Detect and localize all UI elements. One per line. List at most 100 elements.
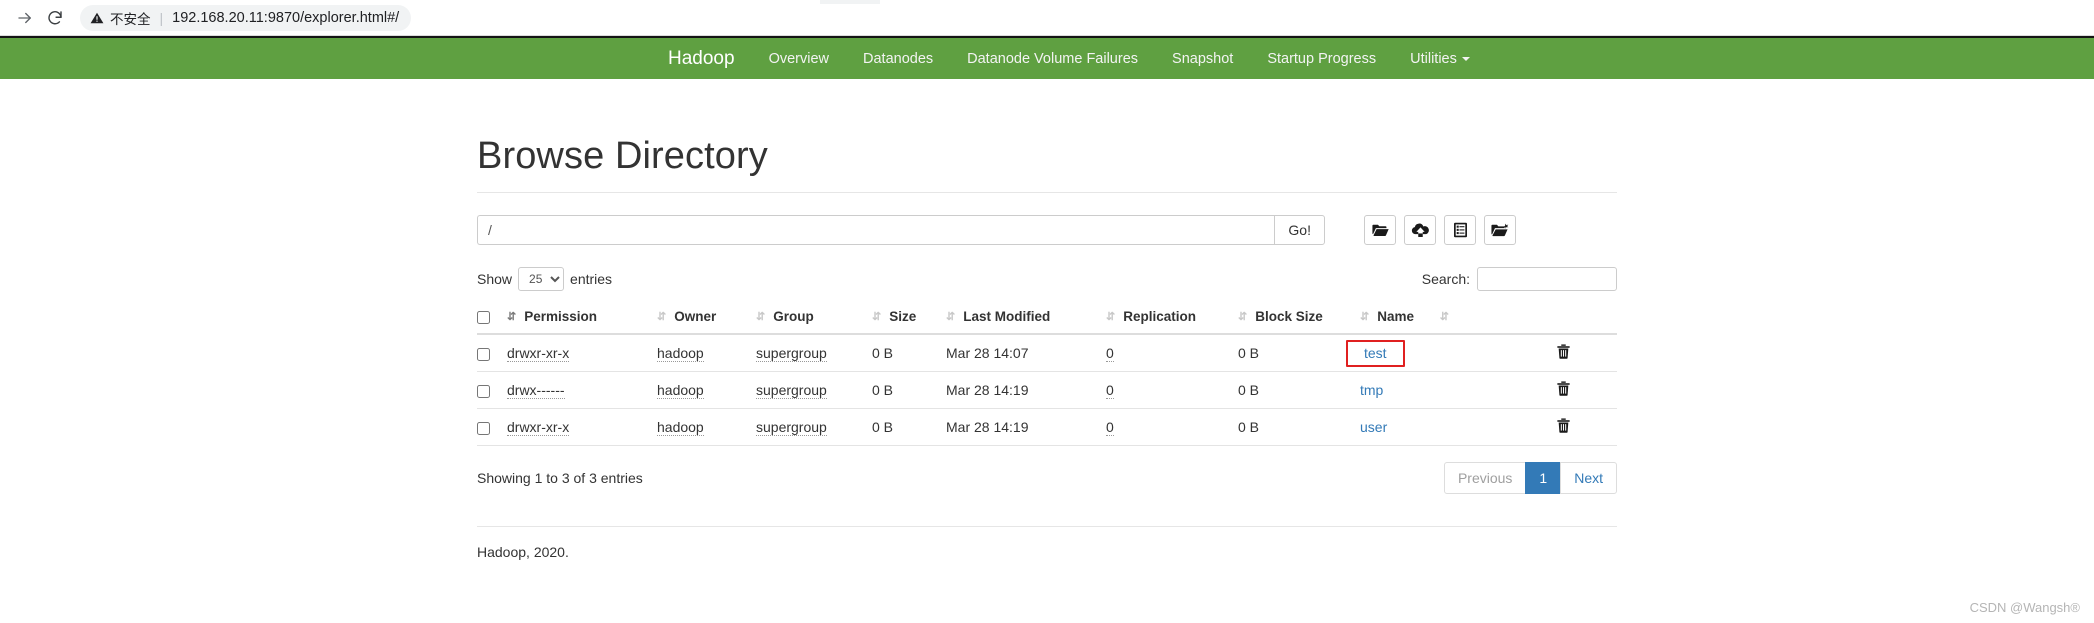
go-button[interactable]: Go! — [1274, 215, 1325, 245]
row-checkbox[interactable] — [477, 347, 490, 361]
directory-table: ⇵ Permission ⇵ Owner ⇵ Group ⇵ Size ⇵ Last Mo… — [477, 303, 1617, 446]
table-controls-row: Show 25 entries Search: — [477, 267, 1617, 291]
cell-last-modified: Mar 28 14:19 — [946, 408, 1106, 446]
cell-delete — [1557, 371, 1617, 409]
table-row: drwx------ hadoop supergroup 0 B Mar 28 … — [477, 371, 1617, 409]
reload-icon[interactable] — [40, 3, 70, 33]
path-tool-buttons — [1364, 215, 1516, 245]
replication-link[interactable]: 0 — [1106, 419, 1114, 436]
path-input[interactable] — [477, 215, 1275, 245]
row-checkbox[interactable] — [477, 421, 490, 435]
column-header-name[interactable]: ⇵ Name ⇵ — [1360, 303, 1557, 335]
cell-size: 0 B — [872, 334, 946, 372]
open-folder-icon[interactable] — [1364, 215, 1396, 245]
nav-item-utilities[interactable]: Utilities — [1410, 51, 1470, 67]
column-header-select-all[interactable] — [477, 303, 507, 335]
watermark: CSDN @Wangsh® — [1969, 600, 2080, 615]
sort-desc-icon: ⇵ — [507, 311, 516, 323]
trash-icon[interactable] — [1557, 344, 1570, 359]
nav-item-startup-progress[interactable]: Startup Progress — [1267, 51, 1376, 67]
cell-permission: drwx------ — [507, 371, 657, 409]
show-label: Show — [477, 271, 513, 287]
cell-replication: 0 — [1106, 408, 1238, 446]
sort-icon: ⇵ — [1106, 311, 1115, 323]
nav-item-datanodes[interactable]: Datanodes — [863, 51, 933, 67]
cell-permission: drwxr-xr-x — [507, 334, 657, 372]
row-select-cell[interactable] — [477, 334, 507, 372]
owner-link[interactable]: hadoop — [657, 382, 704, 399]
replication-link[interactable]: 0 — [1106, 382, 1114, 399]
cell-group: supergroup — [756, 408, 872, 446]
row-checkbox[interactable] — [477, 384, 490, 398]
cell-owner: hadoop — [657, 334, 756, 372]
column-header-size[interactable]: ⇵ Size — [872, 303, 946, 335]
search-input[interactable] — [1477, 267, 1617, 291]
sort-icon: ⇵ — [657, 311, 666, 323]
cell-permission: drwxr-xr-x — [507, 408, 657, 446]
file-name-link[interactable]: test — [1364, 345, 1387, 361]
file-name-link[interactable]: tmp — [1360, 382, 1383, 398]
trash-icon[interactable] — [1557, 381, 1570, 396]
table-row: drwxr-xr-x hadoop supergroup 0 B Mar 28 … — [477, 408, 1617, 446]
cell-replication: 0 — [1106, 334, 1238, 372]
pagination-next[interactable]: Next — [1560, 462, 1617, 495]
search-label: Search: — [1421, 271, 1470, 287]
column-header-permission[interactable]: ⇵ Permission — [507, 303, 657, 335]
entries-info: Showing 1 to 3 of 3 entries — [477, 470, 643, 487]
sort-icon: ⇵ — [1439, 311, 1449, 323]
column-header-group[interactable]: ⇵ Group — [756, 303, 872, 335]
column-header-delete — [1557, 303, 1617, 335]
permission-link[interactable]: drwxr-xr-x — [507, 345, 570, 362]
table-head: ⇵ Permission ⇵ Owner ⇵ Group ⇵ Size ⇵ Last Mo… — [477, 303, 1617, 335]
row-select-cell[interactable] — [477, 408, 507, 446]
row-select-cell[interactable] — [477, 371, 507, 409]
omnibox-separator: | — [159, 9, 164, 26]
pagination-previous[interactable]: Previous — [1443, 462, 1527, 495]
select-all-checkbox[interactable] — [477, 310, 490, 324]
forward-arrow-icon[interactable] — [10, 3, 40, 33]
page-length-select[interactable]: 25 — [518, 267, 565, 291]
column-header-replication[interactable]: ⇵ Replication — [1106, 303, 1238, 335]
column-header-block-size-label: Block Size — [1255, 309, 1323, 324]
nav-item-overview[interactable]: Overview — [769, 51, 829, 67]
group-link[interactable]: supergroup — [756, 419, 827, 436]
search-control: Search: — [1422, 267, 1617, 291]
upload-icon[interactable] — [1404, 215, 1436, 245]
cell-name: tmp — [1360, 371, 1557, 409]
address-bar[interactable]: 不安全 | 192.168.20.11:9870/explorer.html#/ — [80, 4, 2084, 31]
permission-link[interactable]: drwx------ — [507, 382, 565, 399]
new-folder-icon[interactable] — [1484, 215, 1516, 245]
navbar-links: Overview Datanodes Datanode Volume Failu… — [769, 51, 1470, 67]
owner-link[interactable]: hadoop — [657, 419, 704, 436]
brand-hadoop[interactable]: Hadoop — [668, 48, 735, 70]
nav-item-utilities-label: Utilities — [1410, 50, 1457, 67]
column-header-permission-label: Permission — [524, 309, 597, 324]
column-header-block-size[interactable]: ⇵ Block Size — [1238, 303, 1360, 335]
pagination: Previous 1 Next — [1443, 462, 1617, 495]
sort-icon: ⇵ — [872, 311, 881, 323]
column-header-owner[interactable]: ⇵ Owner — [657, 303, 756, 335]
clipboard-list-icon[interactable] — [1444, 215, 1476, 245]
file-name-link[interactable]: user — [1360, 419, 1387, 435]
hadoop-navbar: Hadoop Overview Datanodes Datanode Volum… — [0, 36, 2094, 79]
column-header-name-label: Name — [1377, 309, 1414, 324]
sort-icon: ⇵ — [1238, 311, 1247, 323]
browser-chrome: 不安全 | 192.168.20.11:9870/explorer.html#/ — [0, 0, 2094, 36]
nav-item-snapshot[interactable]: Snapshot — [1172, 51, 1233, 67]
name-highlight-box: test — [1346, 339, 1405, 367]
omnibox-pill[interactable]: 不安全 | 192.168.20.11:9870/explorer.html#/ — [80, 4, 412, 31]
pagination-page-1[interactable]: 1 — [1525, 462, 1562, 495]
path-input-group: Go! — [477, 215, 1325, 245]
column-header-last-modified[interactable]: ⇵ Last Modified — [946, 303, 1106, 335]
owner-link[interactable]: hadoop — [657, 345, 704, 362]
warning-triangle-icon[interactable] — [90, 11, 104, 25]
nav-item-datanode-volume-failures[interactable]: Datanode Volume Failures — [967, 51, 1138, 67]
trash-icon[interactable] — [1557, 418, 1570, 433]
group-link[interactable]: supergroup — [756, 345, 827, 362]
permission-link[interactable]: drwxr-xr-x — [507, 419, 570, 436]
url-text[interactable]: 192.168.20.11:9870/explorer.html#/ — [172, 10, 399, 26]
replication-link[interactable]: 0 — [1106, 345, 1114, 362]
sort-icon: ⇵ — [1360, 311, 1369, 323]
cell-delete — [1557, 408, 1617, 446]
group-link[interactable]: supergroup — [756, 382, 827, 399]
